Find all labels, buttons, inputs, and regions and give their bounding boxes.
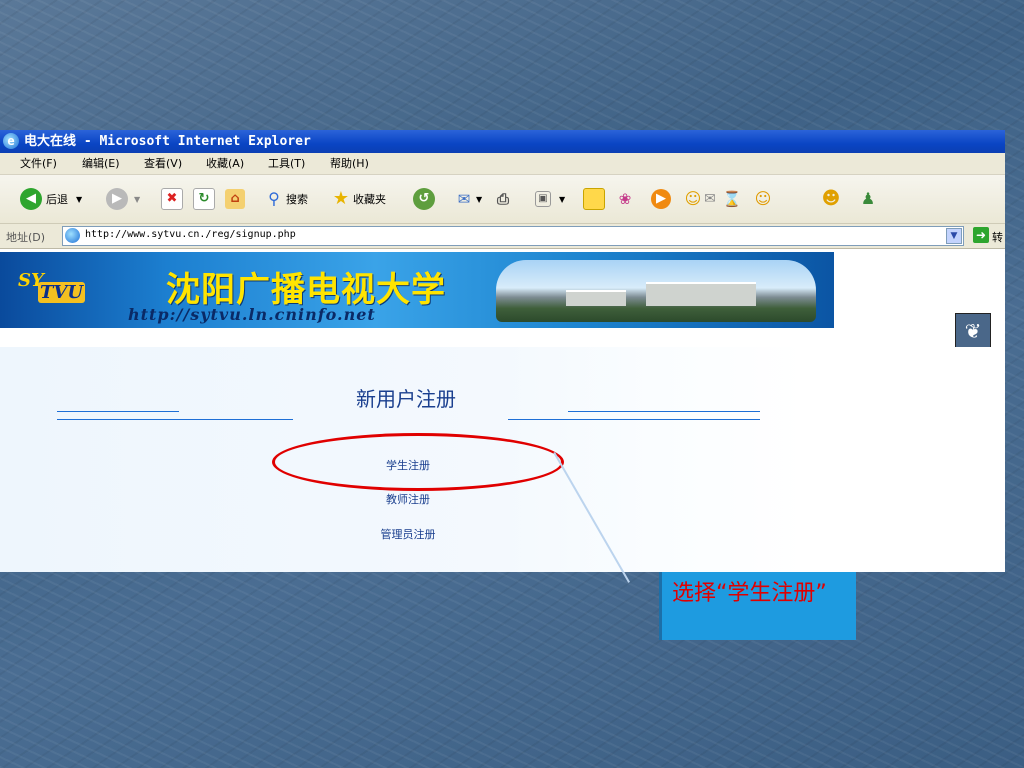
logo-text-tvu: TVU bbox=[38, 282, 86, 303]
menu-tools[interactable]: 工具(T) bbox=[264, 153, 309, 174]
history-icon: ↺ bbox=[413, 188, 435, 210]
history-button[interactable]: ↺ bbox=[413, 187, 435, 211]
menu-edit[interactable]: 编辑(E) bbox=[78, 153, 124, 174]
go-arrow-icon[interactable]: ➜ bbox=[973, 227, 989, 243]
print-button[interactable]: ⎙ bbox=[493, 187, 513, 211]
callout-text: 选择“学生注册” bbox=[672, 581, 827, 606]
highlight-ellipse bbox=[272, 433, 564, 491]
feather-icon[interactable]: ❦ bbox=[955, 313, 991, 349]
edit-icon: ▣ bbox=[535, 191, 551, 207]
divider bbox=[57, 411, 179, 412]
address-bar: 地址(D) http://www.sytvu.cn./reg/signup.ph… bbox=[0, 224, 1005, 249]
ie-icon: e bbox=[3, 133, 19, 149]
page-content: SY TVU 沈阳广播电视大学 http://sytvu.ln.cninfo.n… bbox=[0, 249, 1005, 572]
site-title: 沈阳广播电视大学 bbox=[166, 270, 446, 310]
chevron-down-icon: ▼ bbox=[559, 194, 566, 204]
address-input[interactable]: http://www.sytvu.cn./reg/signup.php bbox=[62, 226, 964, 246]
campus-photo bbox=[496, 260, 816, 322]
title-bar: e 电大在线 - Microsoft Internet Explorer bbox=[0, 130, 1005, 153]
chevron-down-icon: ▼ bbox=[76, 194, 83, 204]
menu-favorites[interactable]: 收藏(A) bbox=[202, 153, 248, 174]
home-icon: ⌂ bbox=[225, 189, 245, 209]
media-button[interactable]: ▶ bbox=[651, 187, 671, 211]
discuss-button[interactable] bbox=[583, 187, 605, 211]
qq-button[interactable]: ☻ bbox=[821, 187, 841, 211]
hourglass-button[interactable]: ⌛ bbox=[722, 187, 742, 211]
refresh-button[interactable]: ↻ bbox=[193, 187, 215, 211]
mail-icon: ✉ bbox=[457, 190, 471, 208]
cat-icon: ☺ bbox=[754, 189, 772, 208]
divider bbox=[508, 419, 760, 420]
contacts-button[interactable]: ♟ bbox=[858, 187, 878, 211]
window-title: 电大在线 - Microsoft Internet Explorer bbox=[24, 134, 311, 149]
building-shape bbox=[646, 282, 756, 306]
star-icon: ★ bbox=[332, 188, 350, 209]
address-dropdown-icon[interactable]: ▼ bbox=[946, 228, 962, 244]
divider bbox=[568, 411, 760, 412]
back-button[interactable]: ◀ 后退 ▼ bbox=[20, 187, 82, 211]
refresh-icon: ↻ bbox=[193, 188, 215, 210]
stop-icon: ✖ bbox=[161, 188, 183, 210]
menu-file[interactable]: 文件(F) bbox=[16, 153, 61, 174]
users-icon: ♟ bbox=[860, 189, 876, 208]
menu-help[interactable]: 帮助(H) bbox=[326, 153, 373, 174]
cat-button[interactable]: ☺ bbox=[753, 187, 773, 211]
envelope-icon: ✉ bbox=[704, 191, 716, 207]
home-button[interactable]: ⌂ bbox=[225, 187, 245, 211]
play-icon: ▶ bbox=[651, 189, 671, 209]
favorites-button[interactable]: ★ 收藏夹 bbox=[331, 187, 386, 211]
page-title: 新用户注册 bbox=[356, 387, 456, 411]
stop-button[interactable]: ✖ bbox=[161, 187, 183, 211]
print-icon: ⎙ bbox=[496, 190, 509, 208]
search-button[interactable]: ⚲ 搜索 bbox=[264, 187, 308, 211]
chevron-down-icon: ▼ bbox=[476, 194, 483, 204]
go-label[interactable]: 转 bbox=[992, 229, 1003, 245]
browser-window: e 电大在线 - Microsoft Internet Explorer 文件(… bbox=[0, 130, 1005, 572]
search-label: 搜索 bbox=[286, 193, 308, 206]
emoji-face-icon: ☻ bbox=[821, 188, 841, 209]
divider bbox=[57, 419, 293, 420]
hourglass-icon: ⌛ bbox=[722, 190, 742, 208]
teacher-register-link[interactable]: 教师注册 bbox=[348, 491, 468, 507]
admin-register-link[interactable]: 管理员注册 bbox=[348, 526, 468, 542]
search-icon: ⚲ bbox=[268, 189, 280, 208]
chevron-down-icon: ▼ bbox=[134, 194, 141, 204]
menu-view[interactable]: 查看(V) bbox=[140, 153, 186, 174]
butterfly-icon: ❀ bbox=[618, 190, 632, 208]
messenger-button[interactable]: ❀ bbox=[615, 187, 635, 211]
edit-button[interactable]: ▣ ▼ bbox=[535, 187, 565, 211]
toolbar: ◀ 后退 ▼ ▶ ▼ ✖ ↻ ⌂ ⚲ 搜索 ★ 收藏夹 ↺ ✉ ▼ ⎙ ▣ ▼ … bbox=[0, 175, 1005, 224]
note-icon bbox=[583, 188, 605, 210]
address-label: 地址(D) bbox=[6, 231, 46, 244]
back-label: 后退 bbox=[46, 193, 68, 206]
site-banner: SY TVU 沈阳广播电视大学 http://sytvu.ln.cninfo.n… bbox=[0, 252, 834, 328]
menu-bar: 文件(F) 编辑(E) 查看(V) 收藏(A) 工具(T) 帮助(H) bbox=[0, 153, 1005, 175]
back-arrow-icon: ◀ bbox=[20, 188, 42, 210]
building-shape bbox=[566, 290, 626, 306]
site-url: http://sytvu.ln.cninfo.net bbox=[128, 305, 376, 324]
page-icon bbox=[65, 228, 80, 243]
forward-arrow-icon: ▶ bbox=[106, 188, 128, 210]
forward-button[interactable]: ▶ ▼ bbox=[106, 187, 140, 211]
mail-button[interactable]: ✉ ▼ bbox=[454, 187, 482, 211]
favorites-label: 收藏夹 bbox=[353, 193, 386, 206]
address-url: http://www.sytvu.cn./reg/signup.php bbox=[85, 229, 296, 240]
callout-box: 选择“学生注册” bbox=[659, 572, 856, 640]
envelope-button[interactable]: ✉ bbox=[700, 187, 720, 211]
site-logo: SY TVU bbox=[18, 268, 108, 312]
